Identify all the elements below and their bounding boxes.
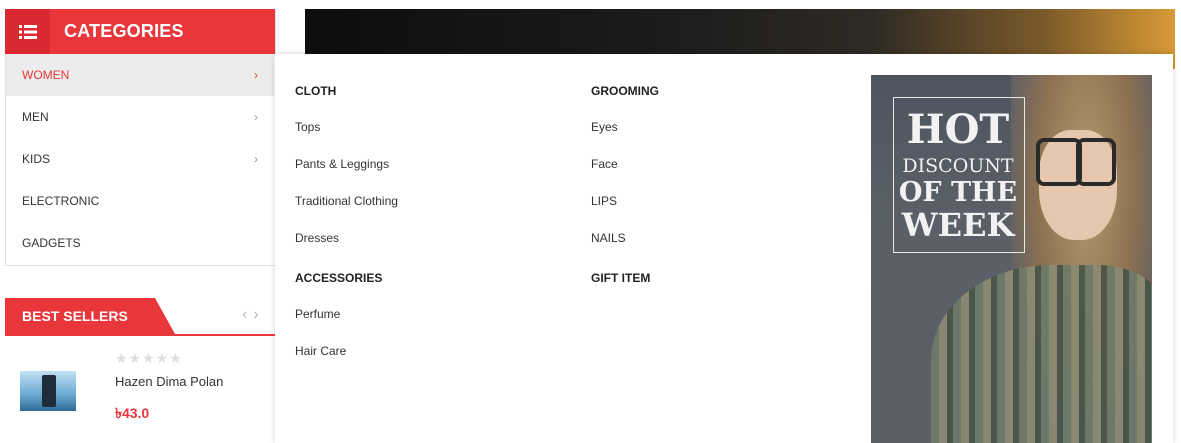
- chevron-left-icon[interactable]: ‹: [242, 306, 253, 323]
- menu-link-nails[interactable]: NAILS: [591, 231, 626, 245]
- promo-line-discount: DISCOUNT: [902, 155, 1014, 177]
- group-heading-accessories[interactable]: ACCESSORIES: [295, 271, 382, 285]
- menu-link-perfume[interactable]: Perfume: [295, 307, 340, 321]
- chevron-right-icon: ›: [254, 110, 258, 124]
- promo-line-week: WEEK: [901, 206, 1015, 244]
- promo-line-hot: HOT: [906, 106, 1010, 153]
- promo-banner[interactable]: HOT DISCOUNT OF THE WEEK: [871, 75, 1152, 443]
- categories-header[interactable]: CATEGORIES: [5, 9, 275, 54]
- category-label: MEN: [22, 110, 49, 124]
- category-item-women[interactable]: WOMEN ›: [6, 54, 274, 96]
- menu-link-lips[interactable]: LIPS: [591, 194, 617, 208]
- chevron-right-icon: ›: [254, 68, 258, 82]
- rating-stars: ★★★★★: [115, 350, 183, 366]
- menu-link-face[interactable]: Face: [591, 157, 618, 171]
- menu-link-tops[interactable]: Tops: [295, 120, 320, 134]
- best-seller-product[interactable]: ★★★★★ Hazen Dima Polan ৳43.0: [5, 336, 275, 443]
- group-heading-gift-item[interactable]: GIFT ITEM: [591, 271, 650, 285]
- promo-line-of-the: OF THE: [898, 177, 1018, 208]
- glasses-icon: [1076, 138, 1116, 186]
- product-name[interactable]: Hazen Dima Polan: [115, 374, 223, 389]
- group-heading-cloth[interactable]: CLOTH: [295, 84, 336, 98]
- category-label: WOMEN: [22, 68, 70, 82]
- phone-image: [42, 375, 56, 407]
- group-heading-grooming[interactable]: GROOMING: [591, 84, 659, 98]
- chevron-right-icon: ›: [254, 152, 258, 166]
- category-label: ELECTRONIC: [22, 194, 100, 208]
- category-item-kids[interactable]: KIDS ›: [6, 138, 274, 180]
- menu-link-pants-leggings[interactable]: Pants & Leggings: [295, 157, 389, 171]
- best-sellers-title: BEST SELLERS: [5, 298, 155, 334]
- categories-list: WOMEN › MEN › KIDS › ELECTRONIC GADGETS: [6, 54, 274, 264]
- category-item-gadgets[interactable]: GADGETS: [6, 222, 274, 264]
- chevron-right-icon[interactable]: ›: [253, 306, 264, 323]
- carousel-nav: ‹›: [242, 306, 265, 324]
- menu-link-hair-care[interactable]: Hair Care: [295, 344, 346, 358]
- category-item-men[interactable]: MEN ›: [6, 96, 274, 138]
- product-price: ৳43.0: [115, 405, 150, 421]
- menu-link-dresses[interactable]: Dresses: [295, 231, 339, 245]
- category-item-electronic[interactable]: ELECTRONIC: [6, 180, 274, 222]
- best-sellers-header: BEST SELLERS ‹›: [5, 298, 275, 336]
- categories-title: CATEGORIES: [64, 21, 184, 41]
- promo-model-shirt: [931, 265, 1152, 443]
- mega-menu: CLOTH Tops Pants & Leggings Traditional …: [275, 54, 1173, 443]
- category-label: GADGETS: [22, 236, 81, 250]
- menu-link-traditional-clothing[interactable]: Traditional Clothing: [295, 194, 398, 208]
- category-label: KIDS: [22, 152, 51, 166]
- menu-link-eyes[interactable]: Eyes: [591, 120, 618, 134]
- tab-tip-shape: [155, 298, 175, 334]
- product-thumbnail[interactable]: [20, 371, 76, 411]
- list-menu-icon[interactable]: [5, 9, 50, 54]
